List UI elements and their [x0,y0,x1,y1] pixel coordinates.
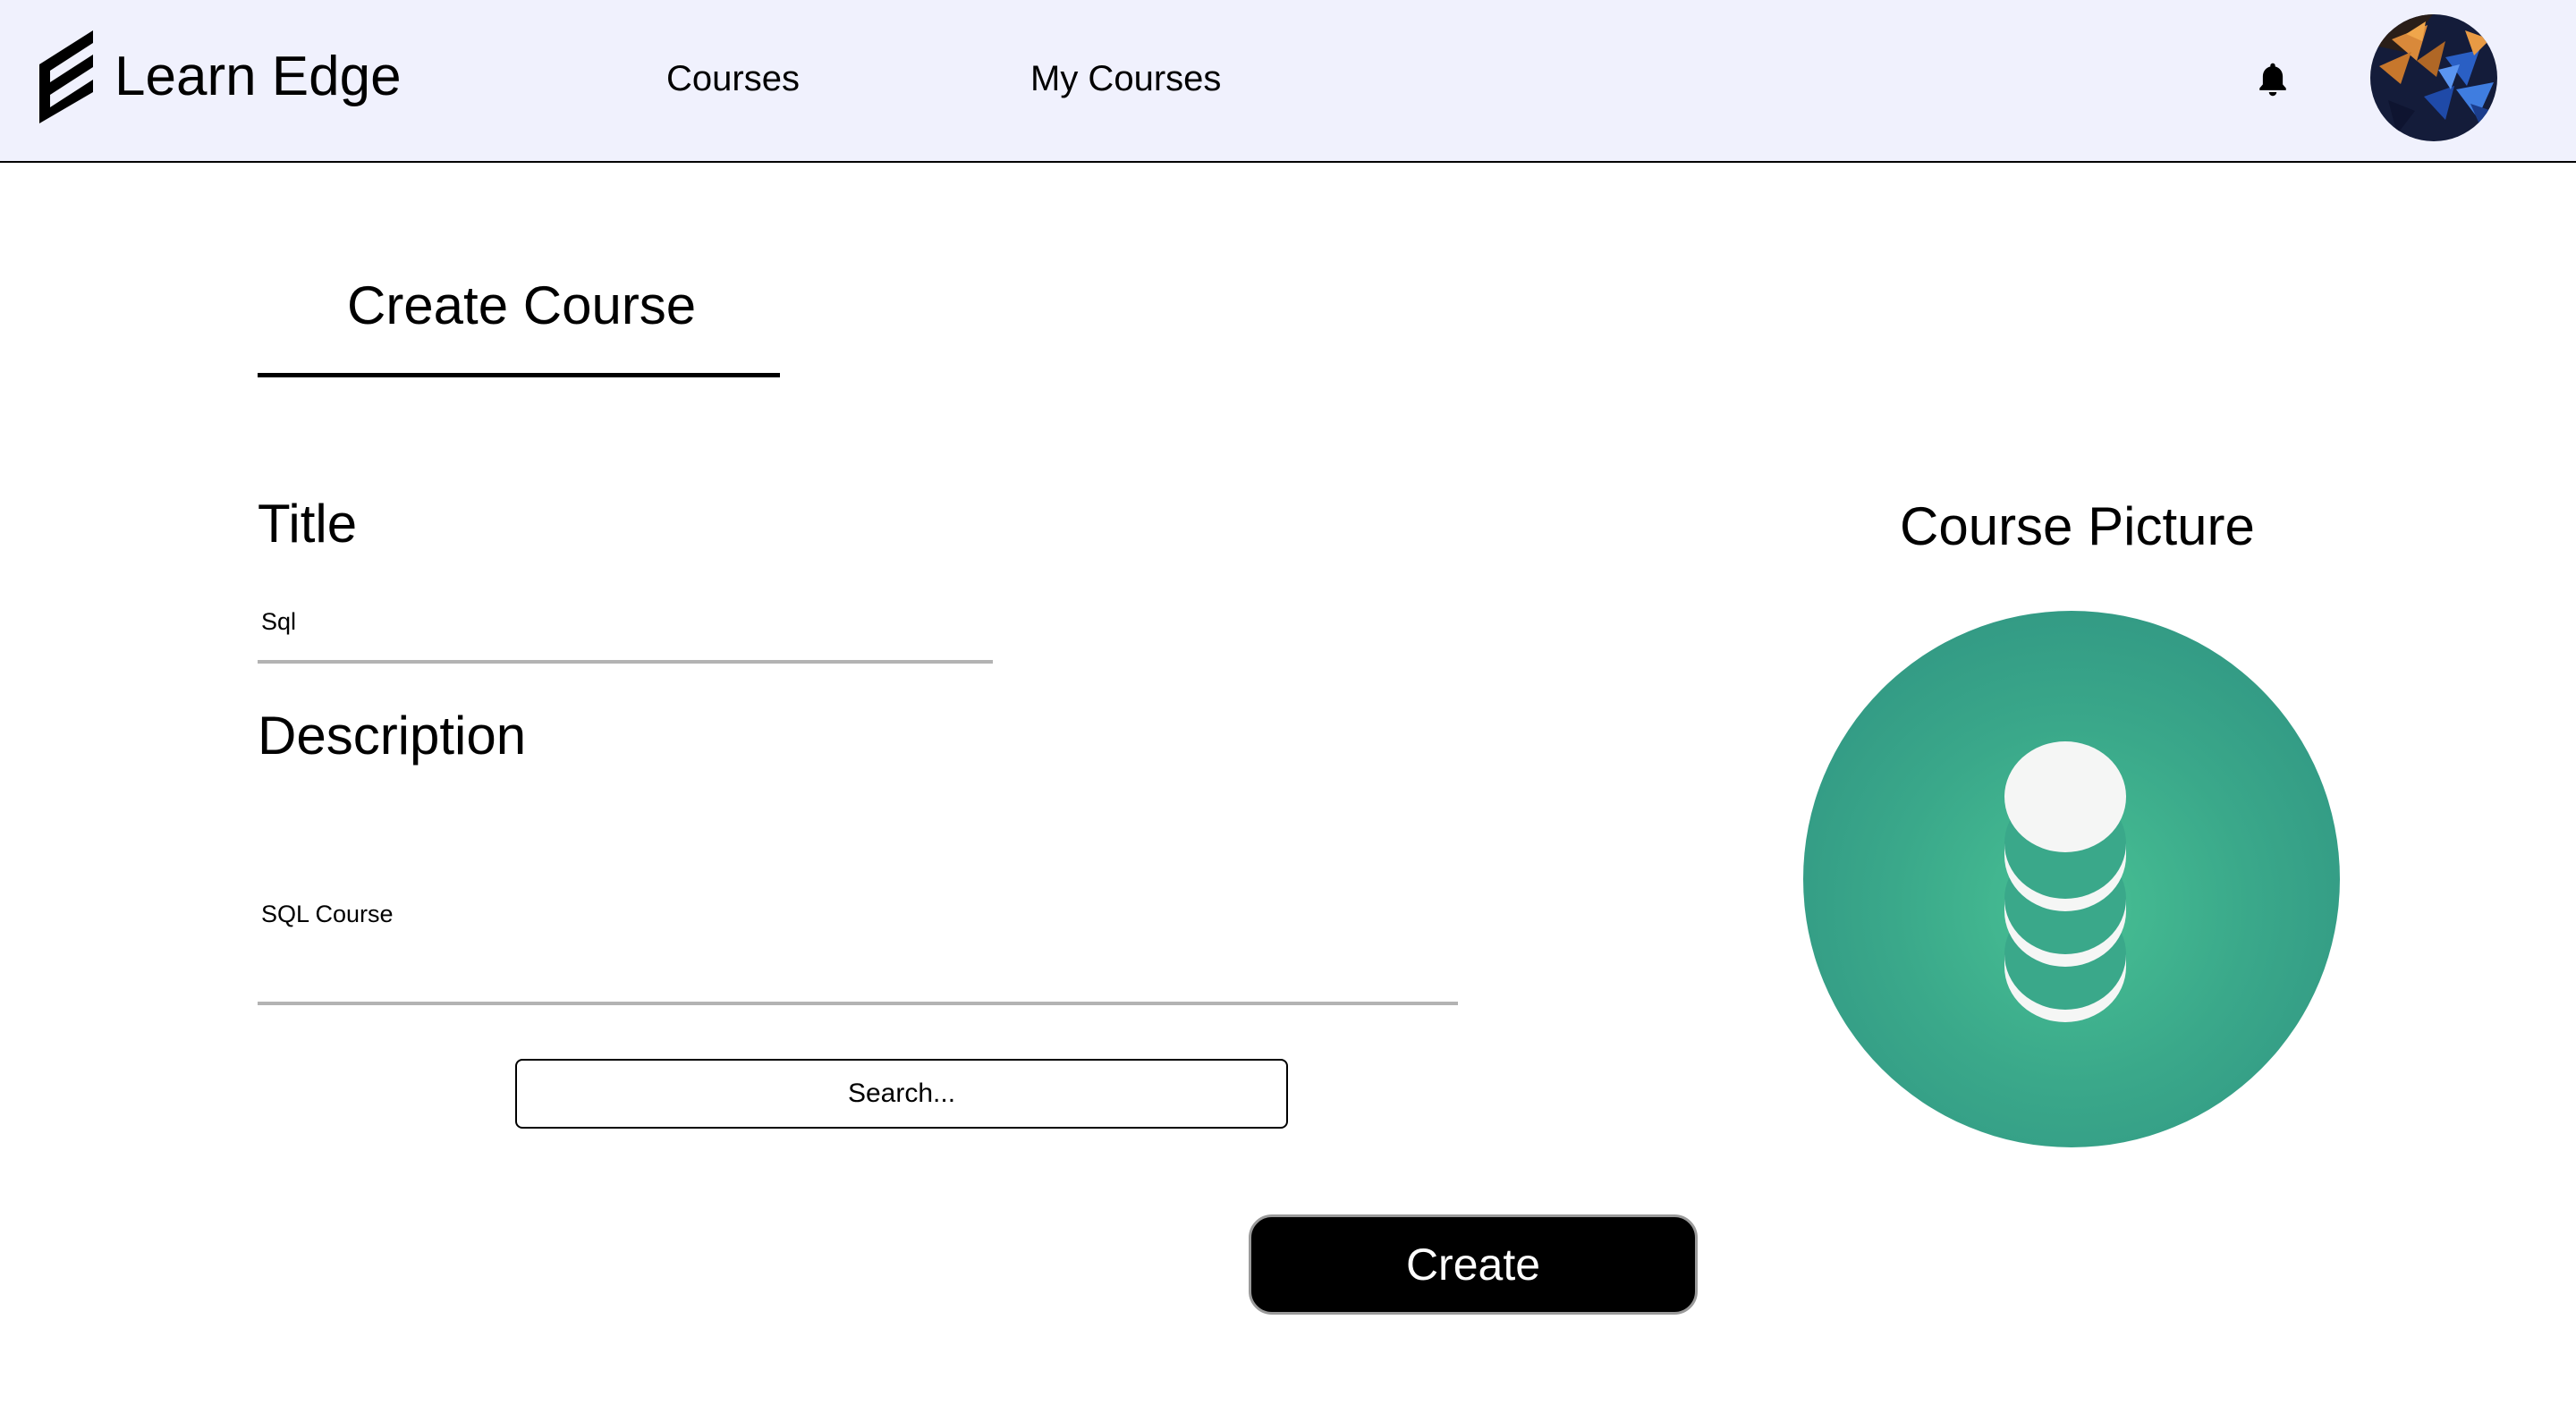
title-label: Title [258,494,358,554]
title-input[interactable] [258,599,993,664]
top-navigation-bar: Learn Edge Courses My Courses [0,0,2576,163]
database-icon [2004,741,2126,1022]
course-picture[interactable] [1803,611,2340,1147]
course-picture-label: Course Picture [1900,496,2255,556]
description-input[interactable]: SQL Course [258,867,1458,1005]
tab-underline [258,373,780,377]
user-avatar[interactable] [2370,14,2497,141]
bell-icon[interactable] [2252,59,2293,100]
create-course-tab[interactable]: Create Course [347,274,696,338]
search-button[interactable]: Search... [515,1059,1288,1129]
brand-name[interactable]: Learn Edge [114,41,402,113]
create-button[interactable]: Create [1249,1214,1698,1315]
learn-edge-logo-icon[interactable] [39,30,98,123]
nav-courses-link[interactable]: Courses [666,55,800,102]
description-label: Description [258,706,527,766]
nav-my-courses-link[interactable]: My Courses [1030,55,1221,102]
